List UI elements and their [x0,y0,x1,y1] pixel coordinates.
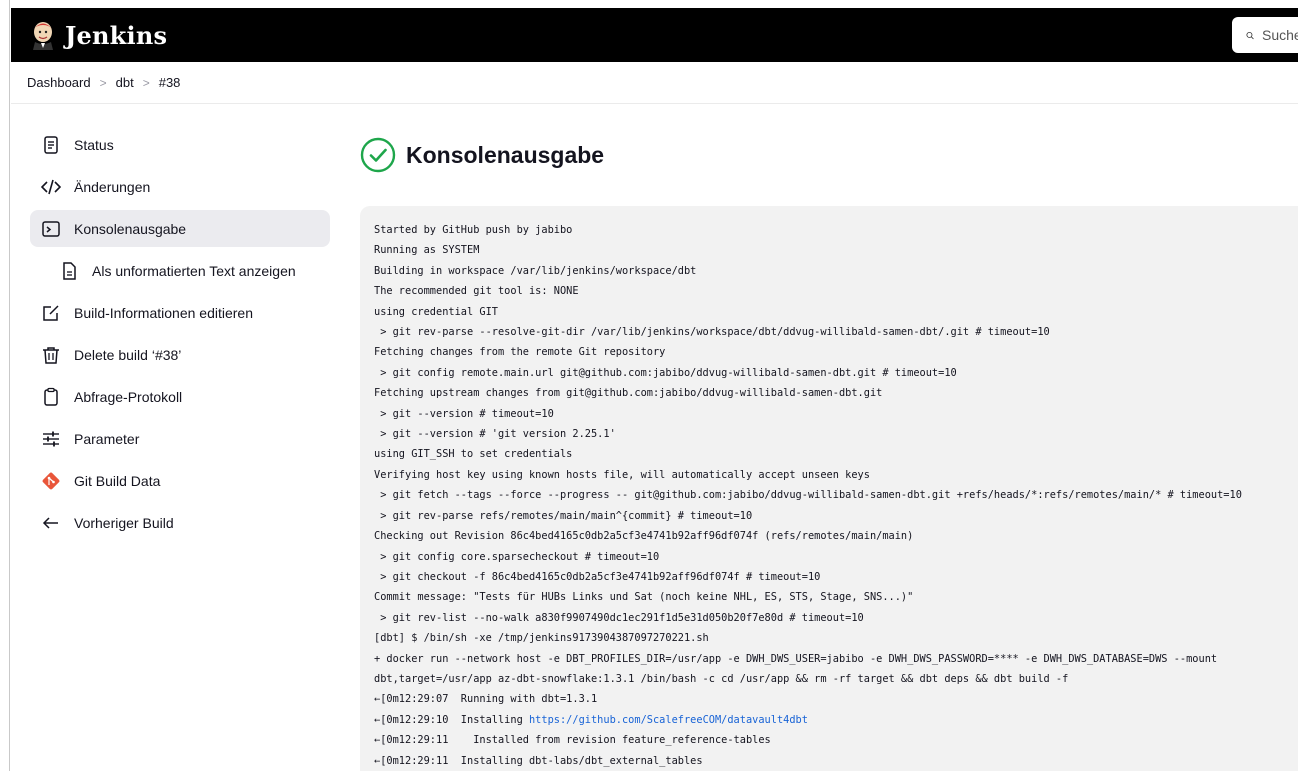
console-line: Started by GitHub push by jabibo [374,224,573,236]
clipboard-icon [40,386,62,408]
sidebar-item-label: Abfrage-Protokoll [74,388,183,405]
code-icon [40,176,62,198]
console-link[interactable]: https://github.com/ScalefreeCOM/datavaul… [529,714,808,726]
trash-icon [40,344,62,366]
sidebar-item-plain-text[interactable]: Als unformatierten Text anzeigen [30,252,330,289]
page-title: Konsolenausgabe [406,141,605,168]
console-line: ←[0m12:29:11 Installing dbt-labs/dbt_ext… [374,754,703,767]
console-line: ←[0m12:29:11 Installed from revision fea… [374,734,771,747]
console-line: ←[0m12:29:07 Running with dbt=1.3.1 [374,693,598,706]
jenkins-butler-icon [33,22,53,50]
text-file-icon [58,260,80,282]
console-line: Commit message: "Tests für HUBs Links un… [374,591,914,604]
breadcrumb-job[interactable]: dbt [116,75,134,90]
sidebar-item-polling-log[interactable]: Abfrage-Protokoll [30,378,330,415]
sidebar-item-console-output[interactable]: Konsolenausgabe [30,210,330,247]
console-line: ←[0m12:29:10 Installing [374,713,529,726]
console-line: > git checkout -f 86c4bed4165c0db2a5cf3e… [374,570,821,583]
console-line: Building in workspace /var/lib/jenkins/w… [374,264,697,277]
sidebar-item-label: Konsolenausgabe [74,220,187,237]
sidebar-item-delete-build[interactable]: Delete build ‘#38’ [30,336,330,373]
git-icon [40,470,62,492]
console-line: > git config remote.main.url git@github.… [374,366,957,379]
edit-icon [40,302,62,324]
console-line: > git rev-parse --resolve-git-dir /var/l… [374,326,1050,339]
arrow-left-icon [40,512,62,534]
sidebar-item-label: Delete build ‘#38’ [74,346,182,363]
sidebar-item-label: Git Build Data [74,472,161,489]
console-line: > git rev-list --no-walk a830f9907490dc1… [374,611,864,624]
terminal-icon [40,218,62,240]
console-line: Verifying host key using known hosts fil… [374,468,870,481]
console-line: Fetching upstream changes from git@githu… [374,387,883,400]
console-line: Running as SYSTEM [374,244,480,257]
page-title-block: Konsolenausgabe [360,137,604,173]
chevron-right-icon: > [142,75,150,90]
sidebar-item-changes[interactable]: Änderungen [30,168,330,205]
breadcrumb: Dashboard > dbt > #38 [11,62,1298,104]
console-line: using GIT_SSH to set credentials [374,448,573,461]
console-line: Fetching changes from the remote Git rep… [374,346,666,359]
console-line: [dbt] $ /bin/sh -xe /tmp/jenkins91739043… [374,632,709,645]
console-line: > git config core.sparsecheckout # timeo… [374,550,660,563]
window-edge [0,0,10,771]
sidebar-item-label: Als unformatierten Text anzeigen [92,262,296,279]
sidebar-item-edit-build-info[interactable]: Build-Informationen editieren [30,294,330,331]
console-line: > git --version # timeout=10 [374,407,554,420]
sidebar-item-label: Änderungen [74,178,151,195]
console-line: The recommended git tool is: NONE [374,285,579,298]
breadcrumb-build[interactable]: #38 [159,75,181,90]
search-box[interactable] [1232,17,1298,53]
sidebar-item-previous-build[interactable]: Vorheriger Build [30,504,330,541]
console-line: > git --version # 'git version 2.25.1' [374,428,616,441]
console-line: > git fetch --tags --force --progress --… [374,489,1242,502]
console-line: using credential GIT [374,305,498,318]
sliders-icon [40,428,62,450]
sidebar-item-label: Build-Informationen editieren [74,304,253,321]
console-line: Checking out Revision 86c4bed4165c0db2a5… [374,530,914,543]
console-line: + docker run --network host -e DBT_PROFI… [374,652,1218,665]
sidebar-item-status[interactable]: Status [30,126,330,163]
console-line: dbt,target=/usr/app az-dbt-snowflake:1.3… [374,672,1069,685]
search-icon [1246,31,1254,39]
breadcrumb-dashboard[interactable]: Dashboard [27,75,91,90]
app-name: Jenkins [65,20,168,50]
sidebar: Status Änderungen Konsolenausgabe Als un… [30,126,330,546]
search-input[interactable] [1262,27,1298,43]
document-icon [40,134,62,156]
sidebar-item-label: Vorheriger Build [74,514,174,531]
console-text: Started by GitHub push by jabibo Running… [374,220,1298,771]
top-header: Jenkins [11,8,1298,62]
sidebar-item-parameters[interactable]: Parameter [30,420,330,457]
jenkins-logo[interactable]: Jenkins [29,20,167,50]
console-line: > git rev-parse refs/remotes/main/main^{… [374,509,753,522]
console-output: Started by GitHub push by jabibo Running… [360,206,1298,771]
chevron-right-icon: > [99,75,107,90]
success-check-icon [360,137,396,173]
sidebar-item-git-build-data[interactable]: Git Build Data [30,462,330,499]
sidebar-item-label: Status [74,136,114,153]
sidebar-item-label: Parameter [74,430,140,447]
